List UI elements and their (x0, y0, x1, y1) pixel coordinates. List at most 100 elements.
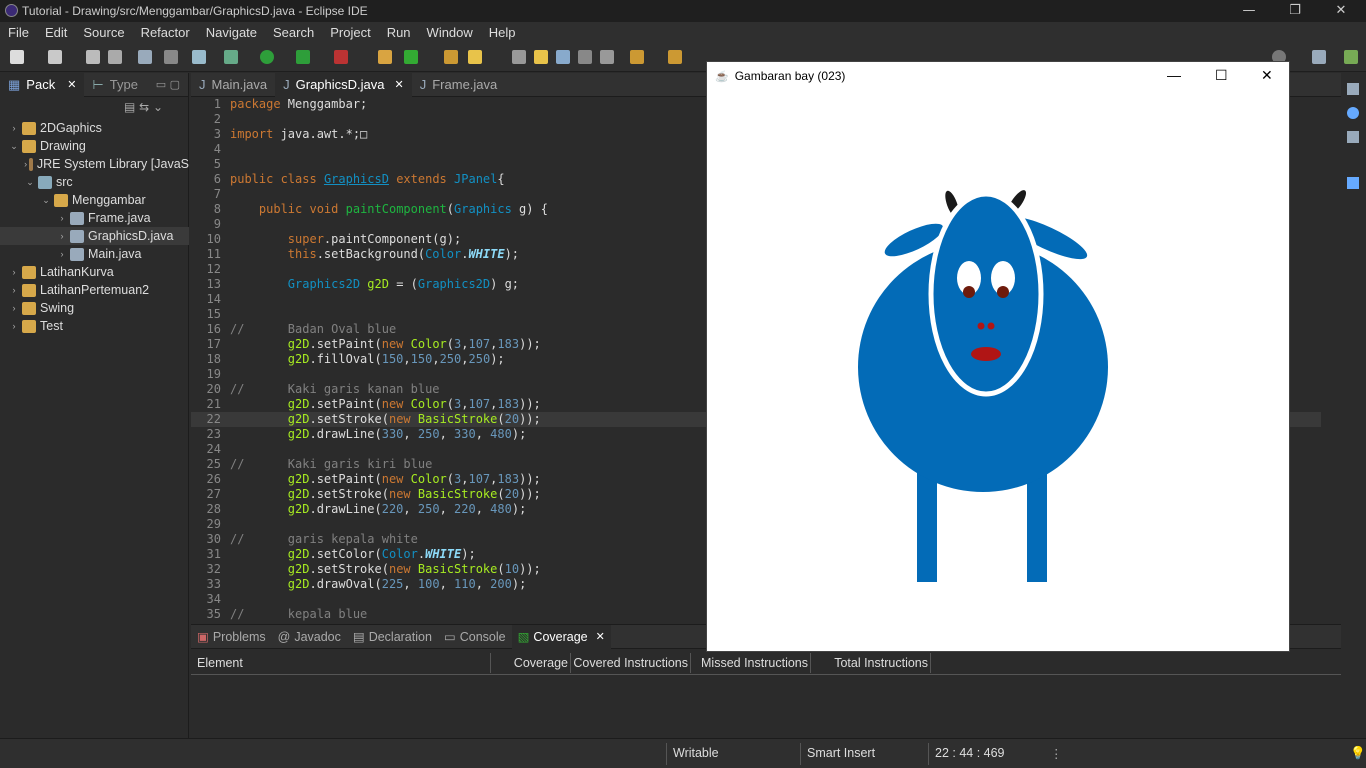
tab-coverage[interactable]: ▧ Coverage ✕ (511, 624, 611, 649)
restore-button[interactable]: ❐ (1272, 0, 1318, 22)
expand-icon[interactable]: › (8, 303, 20, 313)
minimize-button[interactable]: — (1226, 0, 1272, 22)
open-type-icon[interactable] (444, 50, 458, 64)
tree-item[interactable]: ⌄ Drawing (0, 137, 189, 155)
word-wrap-icon[interactable] (578, 50, 592, 64)
tip-icon[interactable]: 💡 (1350, 746, 1366, 761)
menu-navigate[interactable]: Navigate (206, 25, 257, 40)
tab-main-java[interactable]: J Main.java (191, 73, 275, 97)
tree-item[interactable]: › LatihanPertemuan2 (0, 281, 189, 299)
tab-javadoc[interactable]: @ Javadoc (272, 625, 347, 649)
run-icon[interactable] (260, 50, 274, 64)
menu-file[interactable]: File (8, 25, 29, 40)
menu-run[interactable]: Run (387, 25, 411, 40)
debug-icon[interactable] (224, 50, 238, 64)
menu-help[interactable]: Help (489, 25, 516, 40)
whitespace-icon[interactable] (600, 50, 614, 64)
tab-declaration[interactable]: ▤ Declaration (347, 625, 438, 649)
line-number: 14 (206, 292, 221, 306)
help-icon[interactable] (1347, 107, 1359, 119)
expand-icon[interactable]: › (8, 267, 20, 277)
tree-item[interactable]: › Main.java (0, 245, 189, 263)
close-icon[interactable]: ✕ (1261, 67, 1273, 84)
close-button[interactable]: ✕ (1318, 0, 1364, 22)
minimize-icon[interactable]: — (1167, 67, 1181, 83)
java-frame-titlebar[interactable]: ☕ Gambaran bay (023) — ☐ ✕ (707, 62, 1289, 90)
prev-annotation-icon[interactable] (668, 50, 682, 64)
outline-view-icon[interactable] (1347, 177, 1359, 189)
save-icon[interactable] (86, 50, 100, 64)
expand-icon[interactable]: › (56, 213, 68, 223)
run-coverage-icon[interactable] (296, 50, 310, 64)
line-number: 13 (206, 277, 221, 291)
next-annotation-icon[interactable] (630, 50, 644, 64)
tree-item[interactable]: › LatihanKurva (0, 263, 189, 281)
close-icon[interactable]: ✕ (67, 78, 76, 91)
column-element[interactable]: Element (197, 653, 491, 673)
new-class-icon[interactable] (404, 50, 418, 64)
search-tool-icon[interactable] (468, 50, 482, 64)
menu-source[interactable]: Source (83, 25, 124, 40)
more-icon[interactable]: ⋮ (1050, 746, 1063, 761)
expand-icon[interactable]: ⌄ (24, 177, 36, 188)
new-java-project-icon[interactable] (378, 50, 392, 64)
highlight-icon[interactable] (534, 50, 548, 64)
tree-item[interactable]: › JRE System Library [JavaS (0, 155, 189, 173)
expand-icon[interactable]: ⌄ (8, 141, 20, 152)
save-all-icon[interactable] (108, 50, 122, 64)
new-icon[interactable] (10, 50, 24, 64)
menu-window[interactable]: Window (427, 25, 473, 40)
expand-icon[interactable]: ⌄ (40, 195, 52, 206)
folder-icon (29, 157, 33, 171)
menu-search[interactable]: Search (273, 25, 314, 40)
tree-item-label: JRE System Library [JavaS (36, 157, 189, 171)
tab-package-explorer[interactable]: ▦ Pack ✕ (0, 72, 85, 97)
menu-bar: File Edit Source Refactor Navigate Searc… (0, 22, 1366, 42)
tree-item[interactable]: › Swing (0, 299, 189, 317)
expand-icon[interactable]: › (8, 321, 20, 331)
tree-item[interactable]: ⌄ Menggambar (0, 191, 189, 209)
tree-item[interactable]: › GraphicsD.java (0, 227, 189, 245)
maximize-icon[interactable]: ☐ (1215, 67, 1228, 84)
open-icon[interactable] (48, 50, 62, 64)
menu-refactor[interactable]: Refactor (141, 25, 190, 40)
external-tools-icon[interactable] (334, 50, 348, 64)
close-icon[interactable]: ✕ (395, 78, 404, 91)
java-perspective-icon[interactable] (1312, 50, 1326, 64)
tree-item[interactable]: › Test (0, 317, 189, 335)
tab-console[interactable]: ▭ Console (438, 625, 512, 649)
java-frame-window[interactable]: ☕ Gambaran bay (023) — ☐ ✕ (706, 61, 1290, 652)
menu-edit[interactable]: Edit (45, 25, 67, 40)
tab-type-hierarchy[interactable]: ⊢ Type (84, 73, 146, 97)
tab-label: Pack (26, 77, 56, 92)
coverage-icon[interactable] (192, 50, 206, 64)
column-total-instructions[interactable]: Total Instructions (811, 653, 931, 673)
minimize-view-icon[interactable]: ▭ ▢ (156, 78, 180, 91)
task-list-icon[interactable] (1347, 131, 1359, 143)
skip-breakpoints-icon[interactable] (164, 50, 178, 64)
debug-perspective-icon[interactable] (1344, 50, 1358, 64)
close-icon[interactable]: ✕ (596, 630, 605, 643)
outline-icon[interactable] (1347, 83, 1359, 95)
code-text: g2D.setPaint(new Color(3,107,183)); (287, 472, 541, 486)
tab-label: Coverage (533, 629, 588, 644)
expand-icon[interactable]: › (56, 231, 68, 241)
tab-graphicsd-java[interactable]: J GraphicsD.java ✕ (275, 72, 412, 97)
toggle-mark-icon[interactable] (512, 50, 526, 64)
tab-problems[interactable]: ▣ Problems (191, 625, 272, 649)
column-missed-instructions[interactable]: Missed Instructions (691, 653, 811, 673)
tree-item[interactable]: › Frame.java (0, 209, 189, 227)
tab-frame-java[interactable]: J Frame.java (412, 73, 506, 97)
tree-item[interactable]: ⌄ src (0, 173, 189, 191)
column-coverage[interactable]: Coverage (491, 653, 571, 673)
expand-icon[interactable]: › (56, 249, 68, 259)
expand-icon[interactable]: › (8, 285, 20, 295)
tree-item[interactable]: › 2DGaphics (0, 119, 189, 137)
column-covered-instructions[interactable]: Covered Instructions (571, 653, 691, 673)
expand-icon[interactable]: › (24, 159, 27, 169)
terminal-icon[interactable] (138, 50, 152, 64)
block-select-icon[interactable] (556, 50, 570, 64)
collapse-all-icon[interactable]: ▤ ⇆ ⌄ (124, 100, 163, 114)
menu-project[interactable]: Project (330, 25, 370, 40)
expand-icon[interactable]: › (8, 123, 20, 133)
